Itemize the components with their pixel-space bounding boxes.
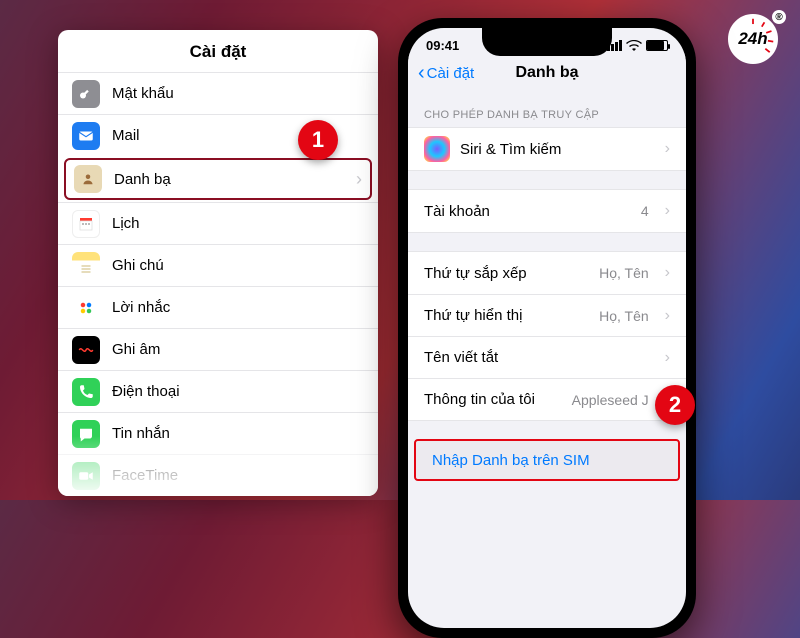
calendar-icon xyxy=(72,210,100,238)
settings-list-card: Cài đặt Mật khẩu Mail Danh bạ › Lịch Ghi… xyxy=(58,30,378,496)
settings-row-messages[interactable]: Tin nhắn xyxy=(58,412,378,454)
row-label: Ghi âm xyxy=(112,341,160,358)
cell-label: Thông tin của tôi xyxy=(424,391,535,408)
section-header: CHO PHÉP DANH BẠ TRUY CẬP xyxy=(408,93,686,127)
cell-value: Appleseed J xyxy=(572,392,649,408)
phone-icon xyxy=(72,378,100,406)
battery-icon xyxy=(646,40,668,51)
settings-row-contacts[interactable]: Danh bạ › xyxy=(64,158,372,200)
cell-accounts[interactable]: Tài khoản 4 › xyxy=(408,190,686,232)
voice-memo-icon xyxy=(72,336,100,364)
chevron-left-icon: ‹ xyxy=(418,62,425,85)
row-label: Ghi chú xyxy=(112,257,164,274)
cell-import-sim-contacts[interactable]: Nhập Danh bạ trên SIM xyxy=(414,439,680,481)
reminders-icon xyxy=(72,294,100,322)
registered-mark: ® xyxy=(772,10,786,24)
settings-row-notes[interactable]: Ghi chú xyxy=(58,244,378,286)
row-label: FaceTime xyxy=(112,467,178,484)
mail-icon xyxy=(72,122,100,150)
cell-label: Thứ tự sắp xếp xyxy=(424,265,527,282)
chevron-right-icon: › xyxy=(665,264,670,282)
status-time: 09:41 xyxy=(426,38,459,53)
cell-short-name[interactable]: Tên viết tắt › xyxy=(408,336,686,378)
brand-logo: 24h ® xyxy=(728,14,782,68)
chevron-right-icon: › xyxy=(665,202,670,220)
chevron-right-icon: › xyxy=(665,307,670,325)
cell-value: 4 xyxy=(641,203,649,219)
row-label: Danh bạ xyxy=(114,171,171,188)
settings-row-voice[interactable]: Ghi âm xyxy=(58,328,378,370)
row-label: Lịch xyxy=(112,215,140,232)
nav-back-button[interactable]: ‹ Cài đặt xyxy=(418,62,474,85)
settings-title: Cài đặt xyxy=(58,30,378,72)
nav-bar: ‹ Cài đặt Danh bạ xyxy=(408,53,686,93)
nav-back-label: Cài đặt xyxy=(427,65,475,82)
messages-icon xyxy=(72,420,100,448)
settings-row-reminders[interactable]: Lời nhắc xyxy=(58,286,378,328)
wifi-icon xyxy=(626,40,642,52)
iphone-frame: 09:41 ‹ Cài đặt Danh bạ CHO PHÉP DANH BẠ… xyxy=(398,18,696,638)
cell-label: Nhập Danh bạ trên SIM xyxy=(432,452,590,469)
nav-title: Danh bạ xyxy=(515,64,578,82)
facetime-icon xyxy=(72,462,100,490)
settings-row-calendar[interactable]: Lịch xyxy=(58,202,378,244)
iphone-screen: 09:41 ‹ Cài đặt Danh bạ CHO PHÉP DANH BẠ… xyxy=(408,28,686,628)
key-icon xyxy=(72,80,100,108)
cell-label: Tên viết tắt xyxy=(424,349,498,366)
step-marker-1: 1 xyxy=(298,120,338,160)
settings-row-passwords[interactable]: Mật khẩu xyxy=(58,72,378,114)
cell-label: Siri & Tìm kiếm xyxy=(460,141,561,158)
chevron-right-icon: › xyxy=(356,169,362,190)
notes-icon xyxy=(72,252,100,280)
cell-value: Họ, Tên xyxy=(599,265,649,281)
cell-label: Thứ tự hiển thị xyxy=(424,307,522,324)
cell-siri-search[interactable]: Siri & Tìm kiếm › xyxy=(408,128,686,170)
chevron-right-icon: › xyxy=(665,349,670,367)
row-label: Tin nhắn xyxy=(112,425,170,442)
cell-display-order[interactable]: Thứ tự hiển thị Họ, Tên › xyxy=(408,294,686,336)
cell-sort-order[interactable]: Thứ tự sắp xếp Họ, Tên › xyxy=(408,252,686,294)
settings-row-facetime[interactable]: FaceTime xyxy=(58,454,378,496)
cell-my-info[interactable]: Thông tin của tôi Appleseed J › xyxy=(408,378,686,420)
row-label: Điện thoại xyxy=(112,383,180,400)
chevron-right-icon: › xyxy=(665,140,670,158)
cell-value: Họ, Tên xyxy=(599,308,649,324)
siri-icon xyxy=(424,136,450,162)
row-label: Mật khẩu xyxy=(112,85,174,102)
settings-row-phone[interactable]: Điện thoại xyxy=(58,370,378,412)
row-label: Mail xyxy=(112,127,140,144)
contacts-icon xyxy=(74,165,102,193)
step-marker-2: 2 xyxy=(655,385,695,425)
notch xyxy=(482,28,612,56)
row-label: Lời nhắc xyxy=(112,299,170,316)
cell-label: Tài khoản xyxy=(424,203,490,220)
